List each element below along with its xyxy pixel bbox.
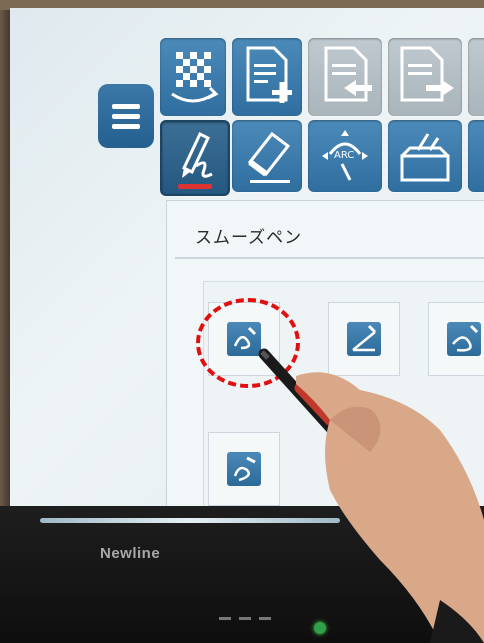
toolbar-overflow-button-2[interactable] (468, 120, 484, 192)
new-page-button[interactable] (232, 38, 302, 116)
arc-gesture-icon: ARC (322, 130, 368, 181)
next-page-icon (400, 46, 454, 102)
pen-tool-icon (178, 131, 213, 189)
svg-text:ARC: ARC (334, 150, 354, 161)
front-panel-buttons[interactable] (215, 605, 285, 623)
whiteboard-screen: ARC スムーズペン (10, 8, 484, 520)
toolbox-button[interactable] (388, 120, 462, 192)
arc-gesture-button[interactable]: ARC (308, 120, 382, 192)
panel-title: スムーズペン (195, 228, 303, 248)
next-page-button[interactable] (388, 38, 462, 116)
eraser-button[interactable] (232, 120, 302, 192)
pen-option-angle[interactable] (328, 302, 400, 376)
brush-pen-icon (227, 452, 261, 486)
brand-logo: Newline (100, 545, 161, 562)
pen-tool-button[interactable] (160, 120, 230, 196)
previous-page-icon (324, 46, 372, 102)
background-toggle-button[interactable] (160, 38, 226, 116)
eraser-icon (247, 131, 291, 183)
panel-divider (175, 257, 484, 259)
curve-pen-icon (447, 322, 481, 356)
checkerboard-refresh-icon (171, 52, 219, 103)
menu-button[interactable] (98, 84, 154, 148)
hamburger-icon (112, 104, 140, 129)
pen-option-curve[interactable] (428, 302, 484, 376)
previous-page-button[interactable] (308, 38, 382, 116)
toolbox-icon (400, 133, 450, 182)
selection-highlight (196, 298, 300, 388)
pen-option-brush[interactable] (208, 432, 280, 506)
power-indicator (314, 622, 326, 634)
angle-pen-icon (347, 322, 381, 356)
toolbar-overflow-button[interactable] (468, 38, 484, 116)
new-page-icon (246, 46, 292, 103)
monitor-light-strip (40, 518, 340, 523)
